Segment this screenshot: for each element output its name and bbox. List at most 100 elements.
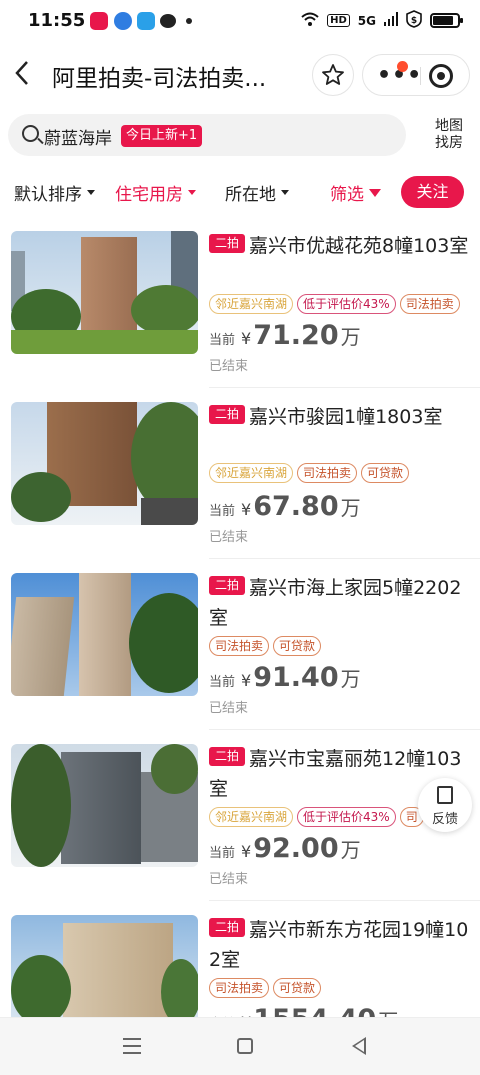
network-5g: 5G <box>357 13 376 28</box>
filter-bar: 默认排序 住宅用房 所在地 筛选 关注 <box>0 172 480 212</box>
tag: 司法拍卖 <box>297 463 358 483</box>
app-icon-red <box>90 12 108 30</box>
listing-item[interactable]: 二拍 嘉兴市骏园1幢1803室 邻近嘉兴南湖 司法拍卖 可贷款 当前 ¥ 67.… <box>0 389 480 559</box>
nav-bar: 阿里拍卖-司法拍卖... ••• <box>0 48 480 102</box>
auction-status: 已结束 <box>209 872 249 887</box>
divider <box>209 558 480 559</box>
tag: 司法拍卖 <box>399 294 460 314</box>
price-label: 当前 <box>209 504 236 519</box>
filter-label: 筛选 <box>330 185 364 205</box>
price-row: 当前 ¥ 1554.40 万 <box>209 1004 398 1017</box>
caret-down-icon <box>281 190 289 195</box>
status-time: 11:55 <box>28 10 86 31</box>
tag: 司法拍卖 <box>209 636 270 656</box>
home-square-icon[interactable] <box>237 1038 253 1054</box>
listing-tags: 邻近嘉兴南湖 低于评估价43% 司法拍卖 <box>209 294 460 314</box>
price-row: 当前 ¥ 71.20 万 <box>209 320 361 351</box>
favorite-button[interactable] <box>312 54 354 96</box>
feedback-button[interactable]: 反馈 <box>418 778 472 832</box>
back-triangle-icon[interactable] <box>352 1037 366 1055</box>
listing-item[interactable]: 二拍 嘉兴市宝嘉丽苑12幢103室 邻近嘉兴南湖 低于评估价43% 司 当前 ¥… <box>0 731 480 901</box>
signal-icon <box>384 12 398 29</box>
notification-red-dot <box>397 61 408 72</box>
map-search-button[interactable]: 地图 找房 <box>428 118 470 152</box>
miniapp-capsule: ••• <box>362 54 470 96</box>
listing-photo <box>11 402 198 525</box>
page-title: 阿里拍卖-司法拍卖... <box>52 66 267 92</box>
hd-badge: HD <box>327 14 350 27</box>
listing-item[interactable]: 二拍 嘉兴市新东方花园19幢102室 司法拍卖 可贷款 当前 ¥ 1554.40… <box>0 902 480 1017</box>
target-icon[interactable] <box>429 64 453 88</box>
property-type-label: 住宅用房 <box>115 185 183 205</box>
price-label: 当前 <box>209 846 236 861</box>
filter-button[interactable]: 筛选 <box>330 180 381 205</box>
edit-note-icon <box>437 786 453 804</box>
caret-down-icon <box>87 190 95 195</box>
price-unit: 万 <box>340 838 361 862</box>
app-icon-blue <box>114 12 132 30</box>
status-bar: 11:55 HD 5G $ <box>0 0 480 42</box>
payment-shield-icon: $ <box>406 10 422 31</box>
price-value: 71.20 <box>253 320 339 351</box>
price-value: 91.40 <box>253 662 339 693</box>
battery-level <box>433 16 454 25</box>
location-dropdown[interactable]: 所在地 <box>225 180 289 205</box>
tag: 低于评估价43% <box>297 807 396 827</box>
divider <box>209 900 480 901</box>
price-row: 当前 ¥ 67.80 万 <box>209 491 361 522</box>
caret-down-icon <box>188 190 196 195</box>
currency-symbol: ¥ <box>241 842 252 861</box>
listing-photo <box>11 231 198 354</box>
search-input[interactable]: 蔚蓝海岸 今日上新+1 <box>8 114 406 156</box>
price-unit: 万 <box>340 496 361 520</box>
price-label: 当前 <box>209 333 236 348</box>
sort-label: 默认排序 <box>14 185 82 205</box>
divider <box>209 729 480 730</box>
listing-title: 嘉兴市海上家园5幢2202室 <box>209 577 462 629</box>
listing-tags: 司法拍卖 可贷款 <box>209 636 322 656</box>
listing-photo <box>11 744 198 867</box>
chevron-left-icon <box>15 61 28 85</box>
auction-status: 已结束 <box>209 701 249 716</box>
wifi-icon <box>301 12 319 29</box>
currency-symbol: ¥ <box>241 500 252 519</box>
price-unit: 万 <box>340 667 361 691</box>
tag: 可贷款 <box>273 636 322 656</box>
auction-status: 已结束 <box>209 359 249 374</box>
listing-tags: 邻近嘉兴南湖 低于评估价43% 司 <box>209 807 424 827</box>
search-icon <box>22 125 39 142</box>
listing-tags: 司法拍卖 可贷款 <box>209 978 322 998</box>
menu-icon[interactable] <box>123 1038 141 1054</box>
app-icon-bag <box>137 12 155 30</box>
property-type-dropdown[interactable]: 住宅用房 <box>115 180 196 205</box>
listing-item[interactable]: 二拍 嘉兴市海上家园5幢2202室 司法拍卖 可贷款 当前 ¥ 91.40 万 … <box>0 560 480 730</box>
wechat-icon <box>160 14 176 28</box>
price-value: 92.00 <box>253 833 339 864</box>
feedback-label: 反馈 <box>431 812 458 827</box>
currency-symbol: ¥ <box>241 671 252 690</box>
tag: 邻近嘉兴南湖 <box>209 294 294 314</box>
map-label-line2: 找房 <box>435 135 463 151</box>
star-outline-icon <box>322 64 344 85</box>
search-query: 蔚蓝海岸 <box>44 129 112 149</box>
price-unit: 万 <box>378 1005 398 1017</box>
divider <box>209 387 480 388</box>
listing-item[interactable]: 二拍 嘉兴市优越花苑8幢103室 邻近嘉兴南湖 低于评估价43% 司法拍卖 当前… <box>0 218 480 388</box>
listing-title: 嘉兴市新东方花园19幢102室 <box>209 919 469 971</box>
system-nav-bar <box>0 1017 480 1075</box>
sort-dropdown[interactable]: 默认排序 <box>14 180 95 205</box>
tag: 邻近嘉兴南湖 <box>209 807 294 827</box>
status-indicators: HD 5G $ <box>301 10 463 31</box>
listing-photo <box>11 573 198 696</box>
price-row: 当前 ¥ 91.40 万 <box>209 662 361 693</box>
location-label: 所在地 <box>225 185 276 205</box>
funnel-icon <box>369 188 381 197</box>
tag: 司法拍卖 <box>209 978 270 998</box>
price-row: 当前 ¥ 92.00 万 <box>209 833 361 864</box>
price-label: 当前 <box>209 675 236 690</box>
back-button[interactable] <box>12 58 42 92</box>
listing-title: 嘉兴市优越花苑8幢103室 <box>249 235 469 257</box>
follow-button[interactable]: 关注 <box>401 176 464 208</box>
search-row: 蔚蓝海岸 今日上新+1 地图 找房 <box>0 112 480 162</box>
listing-photo <box>11 915 198 1017</box>
